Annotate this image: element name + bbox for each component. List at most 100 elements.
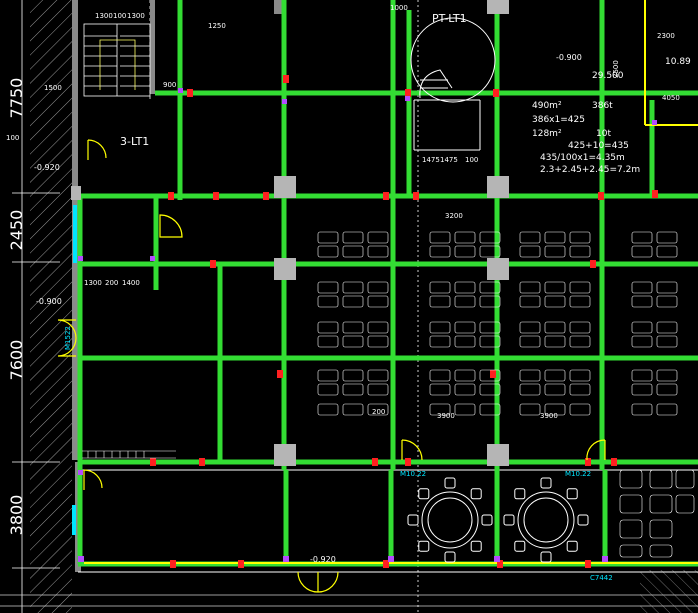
stat-row-4-left: 425+10=435: [568, 141, 629, 151]
pt-dim-3: 100: [465, 156, 478, 164]
table-unit: [519, 245, 541, 258]
right-tables: [619, 469, 695, 558]
span-label-2: 3900: [437, 412, 455, 420]
door-m1022-b: M10.22: [565, 470, 591, 478]
table-unit: [569, 383, 591, 396]
table-unit: [544, 321, 566, 334]
stat-row-3-left: 128m²: [532, 129, 562, 139]
door-m1522: M1522: [64, 326, 72, 350]
table-unit: [317, 231, 339, 244]
misc-1000: 1000: [390, 4, 408, 12]
table-unit: [544, 369, 566, 382]
table-unit: [569, 295, 591, 308]
table-unit: [569, 245, 591, 258]
small-200-label: 200: [372, 408, 385, 416]
table-unit: [367, 369, 389, 382]
misc-1250: 1250: [208, 22, 226, 30]
span-label-3: 3900: [540, 412, 558, 420]
table-unit: [367, 245, 389, 258]
table-unit: [454, 281, 476, 294]
table-unit: [429, 335, 451, 348]
table-unit: [317, 295, 339, 308]
stair-dim-mid-2: 200: [105, 279, 118, 287]
stat-row-2-left: 386x1=425: [532, 115, 585, 125]
table-unit: [519, 321, 541, 334]
table-unit: [454, 245, 476, 258]
table-unit: [454, 295, 476, 308]
table-unit: [656, 281, 678, 294]
misc-1500: 1500: [44, 84, 62, 92]
table-unit: [454, 383, 476, 396]
chair: [540, 551, 552, 563]
pt-dim-1: 1475: [422, 156, 440, 164]
chair: [470, 488, 482, 500]
table-unit: [569, 321, 591, 334]
table-unit: [631, 321, 653, 334]
table-unit: [519, 369, 541, 382]
stat-row-5-left: 435/100x1=4.35m: [540, 153, 625, 163]
chair: [418, 488, 430, 500]
chair: [540, 477, 552, 489]
stair-dim-mid-1: 1300: [84, 279, 102, 287]
table-unit: [631, 403, 653, 416]
bottom-stair-hatch: [82, 450, 176, 459]
table-unit: [454, 369, 476, 382]
stair-dim-mid-3: 1400: [122, 279, 140, 287]
floor-plan-drawing: 7750 2450 7600 3800 3-LT1 PT-LT1 1300 10…: [0, 0, 698, 613]
table-unit: [544, 245, 566, 258]
table-unit: [631, 335, 653, 348]
door-m1022-a: M10.22: [400, 470, 426, 478]
misc-2300: 2300: [657, 32, 675, 40]
level-left: -0.920: [34, 163, 60, 172]
table-unit: [429, 321, 451, 334]
chair: [407, 514, 419, 526]
table-unit: [656, 231, 678, 244]
stair-3-lt1: [83, 23, 151, 97]
table-unit: [342, 281, 364, 294]
table-unit: [317, 321, 339, 334]
table-unit: [519, 335, 541, 348]
table-unit: [429, 369, 451, 382]
dim-left-2: 2450: [7, 210, 26, 251]
doors: [57, 139, 606, 593]
table-unit: [429, 295, 451, 308]
table-unit: [317, 383, 339, 396]
table-unit: [342, 369, 364, 382]
stair-dim-top-1: 1300: [95, 12, 113, 20]
chair: [566, 540, 578, 552]
table-unit: [317, 245, 339, 258]
table-unit: [342, 383, 364, 396]
table-unit: [342, 231, 364, 244]
table-unit: [544, 383, 566, 396]
level-right3: 10.89: [665, 57, 691, 67]
table-unit: [656, 335, 678, 348]
table-unit: [367, 231, 389, 244]
table-unit: [631, 231, 653, 244]
stat-row-6-left: 2.3+2.45+2.45=7.2m: [540, 165, 640, 175]
table-unit: [656, 321, 678, 334]
table-unit: [317, 403, 339, 416]
table-unit: [429, 245, 451, 258]
chair: [577, 514, 589, 526]
misc-2500: 2500: [612, 60, 620, 78]
table-unit: [519, 295, 541, 308]
dim-left-4: 3800: [7, 495, 26, 536]
table-unit: [519, 403, 541, 416]
table-unit: [367, 281, 389, 294]
stat-row-1-right: 386t: [592, 101, 613, 111]
columns: [71, 0, 509, 466]
table-unit: [454, 321, 476, 334]
table-unit: [317, 335, 339, 348]
chair: [470, 540, 482, 552]
table-unit: [367, 335, 389, 348]
table-unit: [569, 231, 591, 244]
level-mid: -0.900: [36, 297, 62, 306]
chair: [503, 514, 515, 526]
table-unit: [454, 403, 476, 416]
table-unit: [519, 231, 541, 244]
chair: [444, 477, 456, 489]
level-bottom: -0.920: [310, 555, 336, 564]
span-label-1: 3200: [445, 212, 463, 220]
table-unit: [429, 383, 451, 396]
chair: [444, 551, 456, 563]
